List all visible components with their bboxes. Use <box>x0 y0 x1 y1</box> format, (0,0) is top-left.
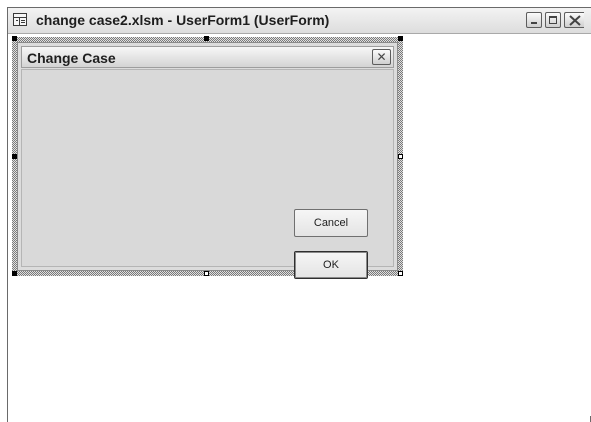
resize-handle-top[interactable] <box>204 36 209 41</box>
ok-button[interactable]: OK <box>294 251 368 279</box>
userform-caption: Change Case <box>27 50 116 66</box>
userform-titlebar[interactable]: Change Case ✕ <box>21 46 394 68</box>
userform-icon <box>13 13 27 26</box>
resize-handle-right[interactable] <box>398 154 403 159</box>
window-title: change case2.xlsm - UserForm1 (UserForm) <box>36 12 330 28</box>
cancel-button[interactable]: Cancel <box>294 209 368 237</box>
close-icon[interactable] <box>564 12 584 28</box>
userform-client-area[interactable]: Cancel OK <box>21 69 394 279</box>
userform-close-icon[interactable]: ✕ <box>372 49 391 65</box>
resize-handle-bottom-left[interactable] <box>12 271 17 276</box>
resize-handle-top-right[interactable] <box>398 36 403 41</box>
minimize-icon[interactable] <box>526 12 542 28</box>
window-titlebar[interactable]: change case2.xlsm - UserForm1 (UserForm) <box>8 8 591 34</box>
resize-handle-bottom-right[interactable] <box>398 271 403 276</box>
resize-handle-top-left[interactable] <box>12 36 17 41</box>
maximize-icon[interactable] <box>545 12 561 28</box>
userform-canvas[interactable]: Change Case ✕ Cancel OK <box>17 42 398 279</box>
resize-handle-left[interactable] <box>12 154 17 159</box>
resize-handle-bottom[interactable] <box>204 271 209 276</box>
